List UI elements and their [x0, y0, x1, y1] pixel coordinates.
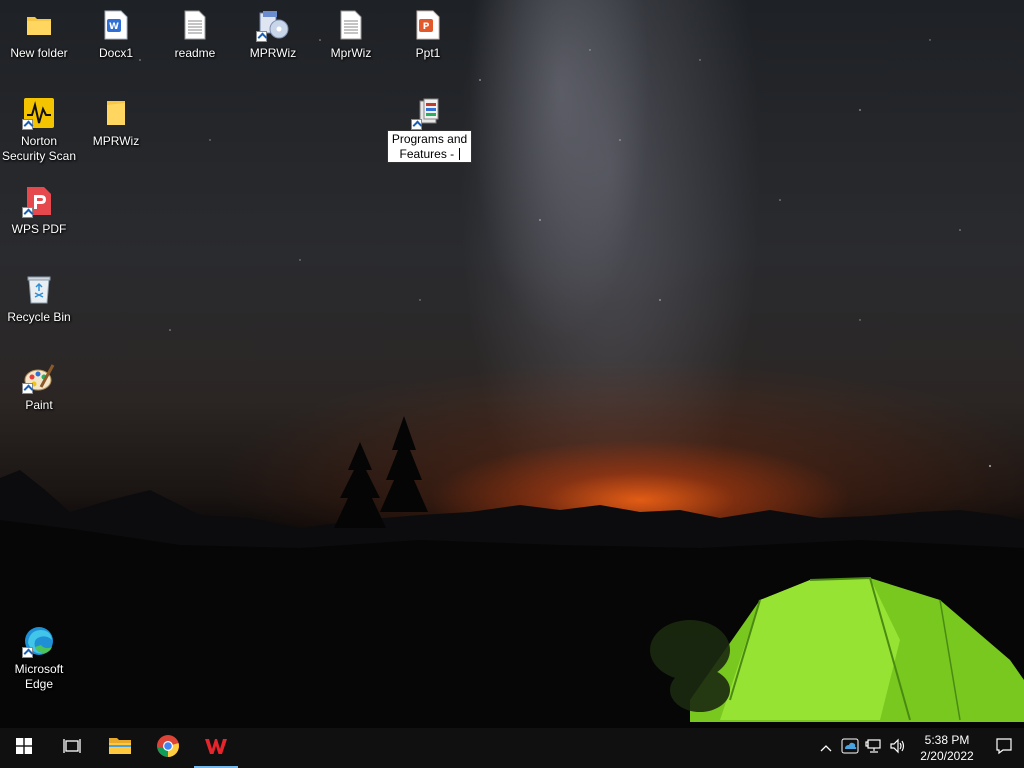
wps-pdf-icon: [22, 184, 56, 218]
clock-date: 2/20/2022: [920, 749, 974, 763]
rename-text-line2: Features -: [399, 147, 458, 161]
chrome-button[interactable]: [144, 728, 192, 768]
desktop-icon-label: MPRWiz: [249, 46, 297, 60]
taskbar-clock[interactable]: 5:38 PM 2/20/2022: [910, 728, 984, 768]
wps-icon: [204, 736, 228, 761]
powerpoint-icon: P: [411, 8, 445, 42]
desktop-icon-label: MPRWiz: [92, 134, 140, 148]
shortcut-arrow-icon: [22, 383, 33, 394]
onedrive-tray-button[interactable]: [838, 728, 862, 768]
desktop-icon-ppt1[interactable]: P Ppt1: [390, 2, 466, 82]
desktop-icon-recycle-bin[interactable]: Recycle Bin: [1, 266, 77, 346]
chevron-up-icon: [820, 739, 832, 757]
text-file-icon: [178, 8, 212, 42]
chrome-icon: [156, 734, 180, 763]
desktop-icon-label: MprWiz: [330, 46, 372, 60]
desktop-icon-docx1[interactable]: W Docx1: [78, 2, 154, 82]
desktop-icon-mprwiz-folder[interactable]: MPRWiz: [78, 90, 154, 170]
onedrive-icon: [841, 738, 859, 759]
svg-text:W: W: [109, 22, 119, 32]
volume-icon: [889, 738, 907, 759]
wps-office-button[interactable]: [192, 728, 240, 768]
rename-textbox[interactable]: Programs and Features -: [387, 130, 472, 163]
word-doc-icon: W: [99, 8, 133, 42]
rename-text-line1: Programs and: [391, 132, 468, 146]
desktop-icon-mprwiz-setup[interactable]: MPRWiz: [235, 2, 311, 82]
folder-icon: [108, 736, 132, 761]
windows-logo-icon: [16, 737, 32, 759]
recycle-bin-icon: [22, 272, 56, 306]
system-tray: 5:38 PM 2/20/2022: [814, 728, 1024, 768]
programs-features-icon: [411, 96, 445, 130]
norton-icon: [22, 96, 56, 130]
task-view-button[interactable]: [48, 728, 96, 768]
pine-trees: [334, 416, 428, 528]
desktop-icon-norton-security-scan[interactable]: Norton Security Scan: [1, 90, 77, 170]
stars: [139, 39, 992, 468]
desktop-icon-label: readme: [174, 46, 216, 60]
mprwiz-setup-icon: [256, 8, 290, 42]
taskbar: 5:38 PM 2/20/2022: [0, 728, 1024, 768]
action-center-button[interactable]: [984, 728, 1024, 768]
desktop-icon-label: Paint: [25, 398, 53, 412]
text-file-icon: [334, 8, 368, 42]
shortcut-arrow-icon: [256, 31, 267, 42]
volume-tray-button[interactable]: [886, 728, 910, 768]
desktop-icon-label: New folder: [10, 46, 68, 60]
folder-icon: [99, 96, 133, 130]
svg-text:P: P: [423, 22, 430, 32]
desktop-icon-label: Recycle Bin: [7, 310, 71, 324]
desktop-icon-wps-pdf[interactable]: WPS PDF: [1, 178, 77, 258]
desktop-icon-label: Ppt1: [415, 46, 441, 60]
clock-time: 5:38 PM: [924, 733, 970, 747]
desktop-icon-label: WPS PDF: [11, 222, 67, 236]
desktop-icon-new-folder[interactable]: New folder: [1, 2, 77, 82]
edge-icon: [22, 624, 56, 658]
shortcut-arrow-icon: [22, 647, 33, 658]
network-tray-button[interactable]: [862, 728, 886, 768]
text-caret: [458, 148, 460, 160]
desktop-icon-paint[interactable]: Paint: [1, 354, 77, 434]
desktop-icon-microsoft-edge[interactable]: Microsoft Edge: [1, 618, 77, 698]
task-view-icon: [63, 738, 81, 759]
desktop-icon-label: Norton Security Scan: [1, 134, 77, 163]
shortcut-arrow-icon: [22, 119, 33, 130]
network-icon: [865, 738, 883, 759]
desktop-icon-label: Docx1: [98, 46, 133, 60]
shortcut-arrow-icon: [22, 207, 33, 218]
desktop-icon-label: Microsoft Edge: [14, 662, 64, 691]
notification-icon: [995, 737, 1013, 760]
show-hidden-icons-button[interactable]: [814, 728, 838, 768]
start-button[interactable]: [0, 728, 48, 768]
paint-icon: [22, 360, 56, 394]
desktop-icon-readme[interactable]: readme: [157, 2, 233, 82]
shortcut-arrow-icon: [411, 119, 422, 130]
desktop-icon-mprwiz-text[interactable]: MprWiz: [313, 2, 389, 82]
file-explorer-button[interactable]: [96, 728, 144, 768]
folder-icon: [22, 8, 56, 42]
